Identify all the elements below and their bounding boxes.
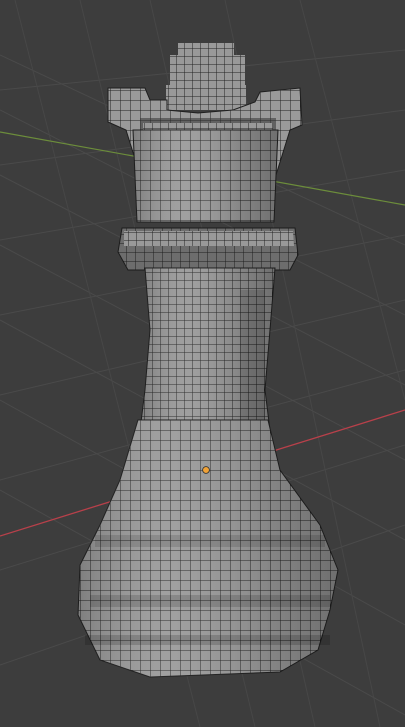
rook-base[interactable] — [77, 419, 339, 678]
voxel-rook-mesh[interactable] — [77, 43, 339, 678]
object-origin-dot[interactable] — [202, 466, 210, 474]
rook-top-cap[interactable] — [166, 43, 246, 110]
rook-collar-ring[interactable] — [117, 227, 299, 271]
3d-viewport[interactable] — [0, 0, 405, 727]
rook-neck[interactable] — [139, 267, 276, 431]
viewport-canvas[interactable] — [0, 0, 405, 727]
